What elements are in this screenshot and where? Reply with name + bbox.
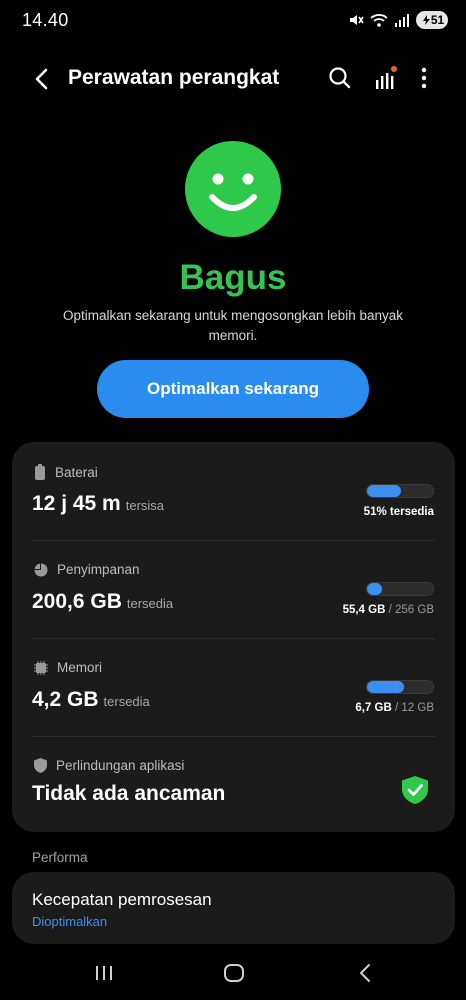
more-vertical-icon <box>421 67 427 89</box>
memory-used: 6,7 GB <box>355 702 392 714</box>
back-nav-button[interactable] <box>350 960 380 986</box>
battery-suffix: tersisa <box>125 498 165 513</box>
storage-value: 200,6 GB <box>32 590 122 613</box>
memory-row[interactable]: Memori 4,2 GB tersedia 6,7 GB / 12 GB <box>12 638 455 736</box>
app-bar: Perawatan perangkat <box>0 58 466 100</box>
memory-chip-icon <box>34 660 48 675</box>
recent-apps-button[interactable] <box>89 960 119 986</box>
memory-progress-fill <box>367 681 404 693</box>
status-icons: 51 <box>348 10 448 30</box>
memory-separator: / <box>394 702 399 714</box>
memory-label: Memori <box>57 660 103 675</box>
status-time: 14.40 <box>22 10 69 30</box>
status-bar: 14.40 51 <box>0 0 466 42</box>
section-header-performance: Performa <box>32 850 88 865</box>
mute-icon <box>348 12 364 28</box>
storage-used: 55,4 GB <box>342 604 386 616</box>
processing-speed-title: Kecepatan pemrosesan <box>32 890 212 909</box>
chart-icon <box>376 66 397 89</box>
page-title: Perawatan perangkat <box>68 66 280 89</box>
storage-total: 256 GB <box>395 604 434 616</box>
battery-progress-fill <box>367 485 401 497</box>
wifi-icon <box>370 12 388 28</box>
device-status: Bagus <box>179 258 287 297</box>
signal-icon <box>394 12 410 28</box>
home-icon <box>224 964 244 982</box>
search-icon <box>329 67 351 89</box>
memory-value: 4,2 GB <box>32 688 99 711</box>
smiley-icon <box>185 141 281 237</box>
shield-icon <box>34 758 47 773</box>
back-button[interactable] <box>26 64 56 94</box>
optimize-now-button[interactable]: Optimalkan sekarang <box>97 360 369 418</box>
battery-row[interactable]: Baterai 12 j 45 m tersisa 51% tersedia <box>12 442 455 540</box>
storage-suffix: tersedia <box>126 596 174 611</box>
battery-value: 12 j 45 m <box>32 492 121 515</box>
pie-chart-icon <box>34 563 48 576</box>
memory-suffix: tersedia <box>103 694 150 709</box>
processing-speed-status: Dioptimalkan <box>32 914 108 929</box>
status-description: Optimalkan sekarang untuk mengosongkan l… <box>63 308 403 343</box>
memory-progress-bar <box>366 680 434 694</box>
stats-card: Baterai 12 j 45 m tersisa 51% tersedia P… <box>12 442 455 832</box>
storage-progress-fill <box>367 583 382 595</box>
battery-label: Baterai <box>55 464 98 480</box>
storage-label: Penyimpanan <box>57 562 140 577</box>
back-icon <box>35 68 48 90</box>
battery-progress-bar <box>366 484 434 498</box>
app-protection-row[interactable]: Perlindungan aplikasi Tidak ada ancaman <box>12 736 455 832</box>
more-options-button[interactable] <box>414 64 434 92</box>
back-nav-icon <box>360 964 370 982</box>
storage-progress-bar <box>366 582 434 596</box>
memory-total: 12 GB <box>401 702 434 714</box>
battery-available: 51% tersedia <box>363 506 434 518</box>
app-protection-label: Perlindungan aplikasi <box>56 758 185 773</box>
recent-apps-icon <box>96 966 112 980</box>
battery-icon: 51 <box>416 11 448 29</box>
shield-check-icon <box>402 776 428 804</box>
home-button[interactable] <box>219 960 249 986</box>
storage-row[interactable]: Penyimpanan 200,6 GB tersedia 55,4 GB / … <box>12 540 455 638</box>
processing-speed-item[interactable]: Kecepatan pemrosesan Dioptimalkan <box>12 872 455 944</box>
storage-separator: / <box>388 604 392 616</box>
navigation-bar <box>0 950 466 1000</box>
battery-level: 51 <box>430 13 445 27</box>
search-button[interactable] <box>326 64 354 92</box>
app-protection-value: Tidak ada ancaman <box>32 782 226 805</box>
battery-icon <box>35 464 45 480</box>
report-button[interactable] <box>372 64 400 92</box>
